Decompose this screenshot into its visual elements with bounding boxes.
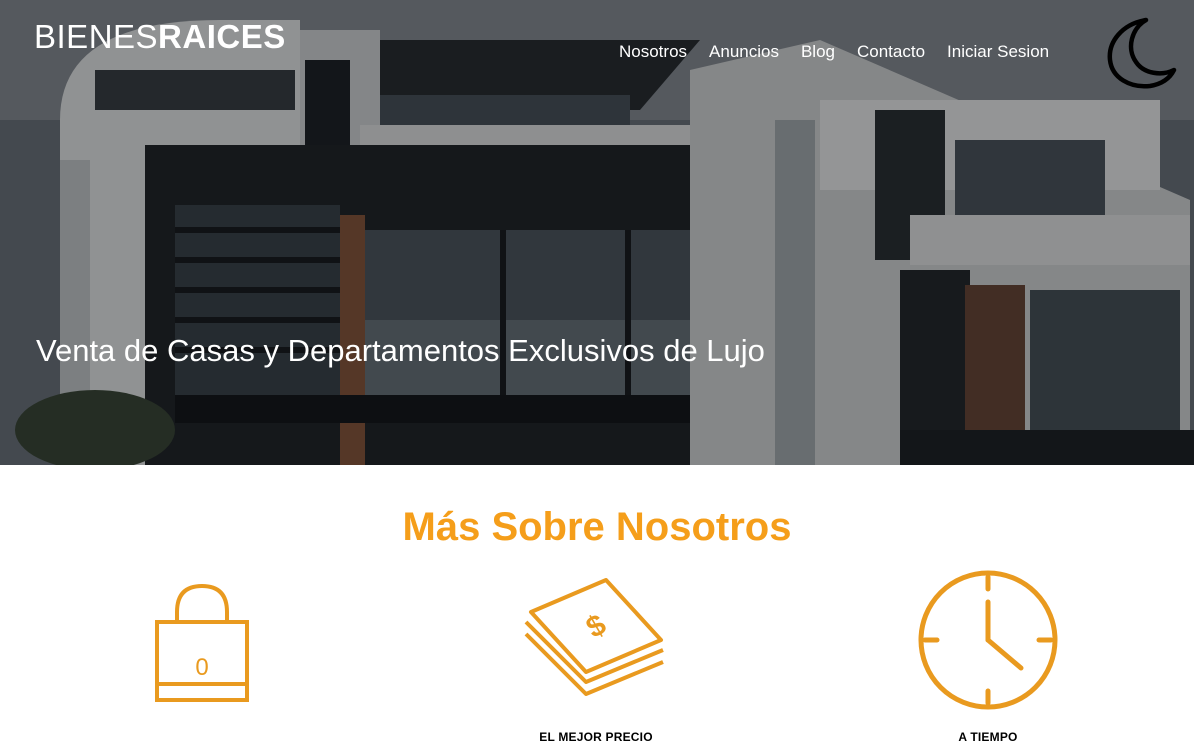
main-nav: Nosotros Anuncios Blog Contacto Iniciar … [619, 42, 1049, 62]
hero-header: BIENESRAICES Nosotros Anuncios Blog Cont… [0, 0, 1194, 465]
logo-light-text: BIENES [34, 18, 159, 55]
feature-label: A TIEMPO [958, 730, 1018, 744]
svg-text:$: $ [581, 608, 612, 645]
nav-link-anuncios[interactable]: Anuncios [709, 42, 779, 62]
nav-link-iniciar-sesion[interactable]: Iniciar Sesion [947, 42, 1049, 62]
hero-overlay [0, 0, 1194, 465]
feature-best-price: $ EL MEJOR PRECIO [446, 560, 746, 744]
hero-title: Venta de Casas y Departamentos Exclusivo… [36, 333, 765, 368]
site-logo[interactable]: BIENESRAICES [34, 20, 286, 53]
nav-link-contacto[interactable]: Contacto [857, 42, 925, 62]
lock-icon: 0 [155, 583, 249, 702]
moon-icon[interactable] [1102, 14, 1180, 90]
lock-digit: 0 [195, 654, 208, 681]
feature-on-time: A TIEMPO [838, 560, 1138, 744]
logo-bold-text: RAICES [158, 18, 286, 55]
nav-link-blog[interactable]: Blog [801, 42, 835, 62]
feature-label: EL MEJOR PRECIO [539, 730, 653, 744]
nav-link-nosotros[interactable]: Nosotros [619, 42, 687, 62]
about-title: Más Sobre Nosotros [402, 505, 792, 549]
feature-security: 0 [52, 560, 352, 710]
money-icon: $ [524, 578, 664, 696]
clock-icon [918, 570, 1058, 710]
